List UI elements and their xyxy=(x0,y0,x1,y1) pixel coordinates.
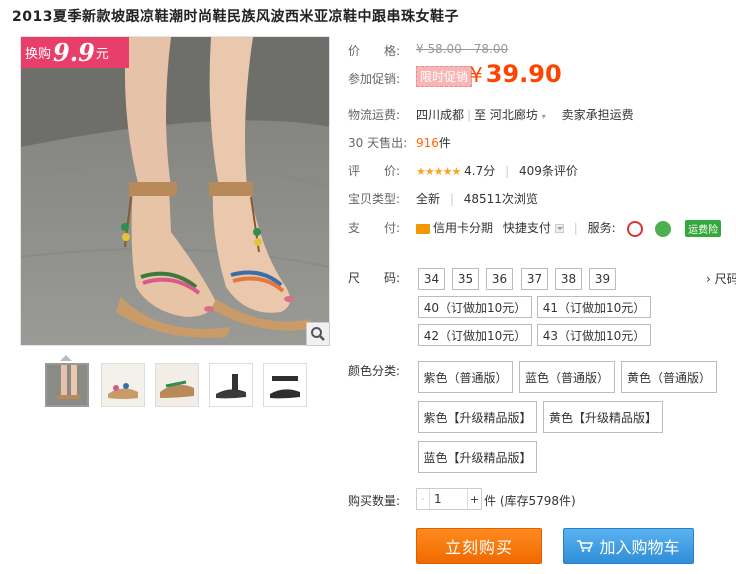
promotion-tag: 限时促销 xyxy=(416,66,473,87)
size-option-39[interactable]: 39 xyxy=(589,268,616,290)
reviews-link[interactable]: 409条评价 xyxy=(519,164,578,178)
size-option-36[interactable]: 36 xyxy=(486,268,513,290)
chevron-down-icon: ▾ xyxy=(541,112,546,121)
payment-dropdown-icon[interactable] xyxy=(554,224,564,233)
rating-label: 评 价: xyxy=(348,164,401,178)
quantity-increase-button[interactable]: + xyxy=(467,489,481,509)
size-option-42[interactable]: 42（订做加10元） xyxy=(418,324,532,346)
sold-count: 916 xyxy=(416,136,439,150)
seven-day-return-icon[interactable] xyxy=(627,220,644,237)
color-option-blue-standard[interactable]: 蓝色（普通版） xyxy=(519,361,615,393)
view-count: 48511次浏览 xyxy=(463,192,538,206)
payment-label: 支 付: xyxy=(348,221,401,235)
size-label: 尺 码: xyxy=(348,271,401,285)
rating-info: ★★★★★ 4.7分 | 409条评价 xyxy=(416,164,578,178)
promo-badge-prefix: 换购 xyxy=(25,47,52,62)
service-label: 服务: xyxy=(587,221,616,235)
shipping-to-prefix: 至 xyxy=(474,108,487,122)
size-chart-link[interactable]: › 尺码 xyxy=(706,270,736,287)
color-option-blue-premium[interactable]: 蓝色【升级精品版】 xyxy=(418,441,537,473)
item-type-label: 宝贝类型: xyxy=(348,192,401,206)
product-main-image[interactable] xyxy=(20,36,330,346)
promo-badge-price: 9.9 xyxy=(53,38,95,67)
add-to-cart-label: 加入购物车 xyxy=(599,538,680,557)
thumbnail-5[interactable] xyxy=(263,363,307,407)
magnifier-icon[interactable] xyxy=(306,322,330,346)
quantity-decrease-button[interactable]: - xyxy=(417,489,430,509)
shipping-label: 物流运费: xyxy=(348,108,401,122)
payment-info: 信用卡分期 快捷支付 | 服务: 运费险 xyxy=(416,219,722,237)
sold-info: 916件 xyxy=(416,134,451,151)
price-label: 价 格: xyxy=(348,44,401,58)
sold-unit: 件 xyxy=(438,136,451,150)
shipping-from: 四川成都 xyxy=(416,108,465,122)
item-type-info: 全新 | 48511次浏览 xyxy=(416,192,538,206)
original-price: ¥ 58.00 - 78.00 xyxy=(416,42,509,56)
stock-info: 件 (库存5798件) xyxy=(484,494,576,508)
color-option-purple-premium[interactable]: 紫色【升级精品版】 xyxy=(418,401,537,433)
thumbnail-2[interactable] xyxy=(101,363,145,407)
size-option-43[interactable]: 43（订做加10元） xyxy=(537,324,651,346)
item-condition: 全新 xyxy=(416,192,441,206)
product-title: 2013夏季新款坡跟凉鞋潮时尚鞋民族风波西米亚凉鞋中跟串珠女鞋子 xyxy=(12,9,459,25)
size-option-38[interactable]: 38 xyxy=(555,268,582,290)
size-option-34[interactable]: 34 xyxy=(418,268,445,290)
sold-label: 30 天售出: xyxy=(348,136,408,150)
thumbnail-3[interactable] xyxy=(155,363,199,407)
size-option-37[interactable]: 37 xyxy=(521,268,548,290)
promo-badge-suffix: 元 xyxy=(95,47,109,62)
color-option-yellow-standard[interactable]: 黄色（普通版） xyxy=(621,361,717,393)
guarantee-icon[interactable] xyxy=(655,220,672,237)
promotion-price: ¥39.90 xyxy=(470,60,562,88)
promo-badge: 换购 9.9 元 xyxy=(21,37,129,68)
quick-pay-link[interactable]: 快捷支付 xyxy=(503,221,551,235)
color-label: 颜色分类: xyxy=(348,364,401,378)
promotion-price-value: 39.90 xyxy=(485,60,562,88)
quantity-label: 购买数量: xyxy=(348,494,401,508)
shipping-destination-dropdown[interactable]: 河北廊坊 ▾ xyxy=(490,108,546,122)
rating-score: 4.7分 xyxy=(464,164,496,178)
add-to-cart-button[interactable]: 加入购物车 xyxy=(563,528,694,564)
quantity-input[interactable]: 1 xyxy=(430,489,467,509)
color-option-yellow-premium[interactable]: 黄色【升级精品版】 xyxy=(543,401,663,433)
currency-symbol: ¥ xyxy=(470,63,483,87)
sandal-photo xyxy=(21,37,329,345)
thumbnail-pointer xyxy=(60,355,72,361)
star-rating-icon: ★★★★★ xyxy=(416,165,461,178)
shipping-insurance-badge[interactable]: 运费险 xyxy=(685,220,722,237)
size-option-35[interactable]: 35 xyxy=(452,268,479,290)
shipping-info: 四川成都 | 至 河北廊坊 ▾ 卖家承担运费 xyxy=(416,108,634,122)
credit-card-icon xyxy=(416,223,430,234)
promotion-label: 参加促销: xyxy=(348,72,401,86)
size-option-40[interactable]: 40（订做加10元） xyxy=(418,296,532,318)
size-option-41[interactable]: 41（订做加10元） xyxy=(537,296,651,318)
thumbnail-4[interactable] xyxy=(209,363,253,407)
credit-installment-link[interactable]: 信用卡分期 xyxy=(433,221,493,235)
thumbnail-1[interactable] xyxy=(45,363,89,407)
quantity-stepper: - 1 + xyxy=(416,488,482,510)
shipping-fee: 卖家承担运费 xyxy=(561,108,634,122)
color-option-purple-standard[interactable]: 紫色（普通版） xyxy=(418,361,513,393)
buy-now-button[interactable]: 立刻购买 xyxy=(416,528,542,564)
cart-icon xyxy=(577,540,594,552)
